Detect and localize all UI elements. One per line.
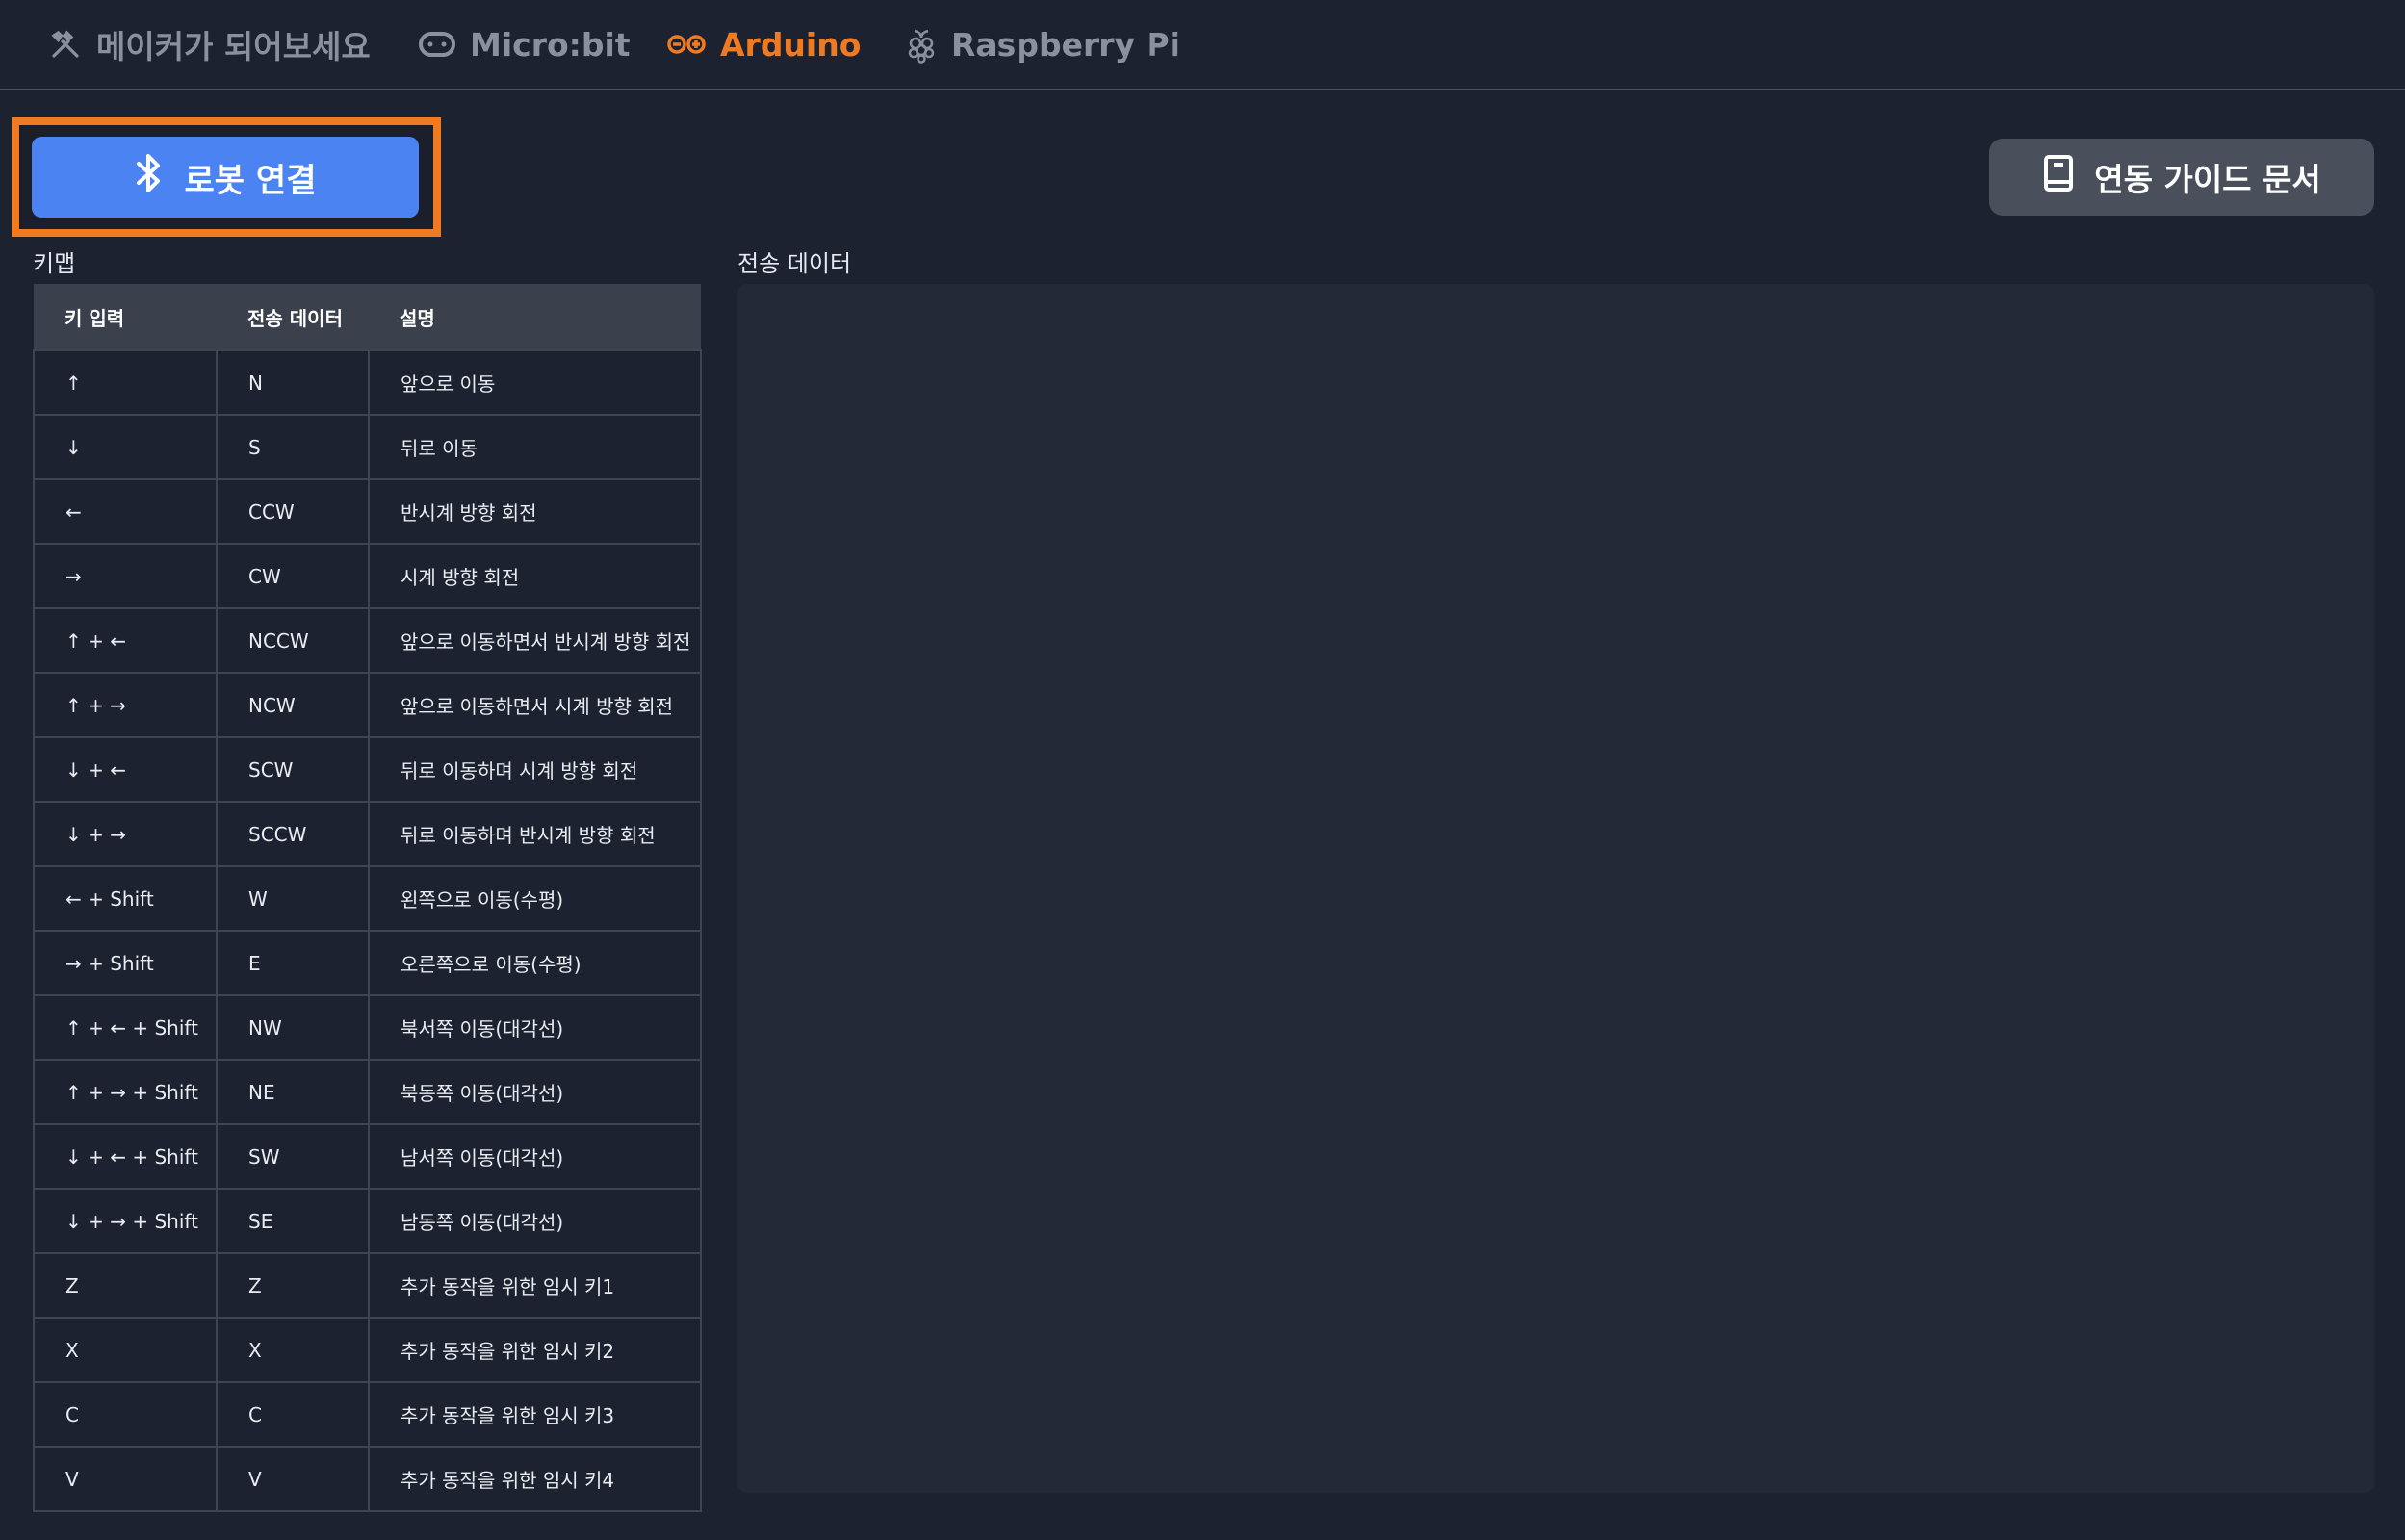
cell-description: 뒤로 이동 [368,414,702,480]
header-key-input: 키 입력 [34,284,217,350]
cell-key-input: ↓ + → [33,801,218,867]
cell-tx-data: NCCW [216,607,370,674]
cell-tx-data: SCCW [216,801,370,867]
raspberry-icon [905,25,938,64]
cell-tx-data: Z [216,1252,370,1319]
cell-key-input: → + Shift [33,930,218,996]
cell-description: 시계 방향 회전 [368,543,702,609]
table-row: ↑ + ← + Shift NW 북서쪽 이동(대각선) [33,994,702,1061]
cell-tx-data: SW [216,1123,370,1190]
cell-tx-data: NE [216,1059,370,1125]
cell-key-input: ↑ [33,349,218,416]
cell-description: 앞으로 이동하면서 반시계 방향 회전 [368,607,702,674]
cell-description: 뒤로 이동하며 반시계 방향 회전 [368,801,702,867]
nav-item-arduino[interactable]: Arduino [666,17,861,71]
table-row: ↑ + → + Shift NE 북동쪽 이동(대각선) [33,1059,702,1125]
cell-key-input: V [33,1446,218,1512]
table-row: ↑ N 앞으로 이동 [33,349,702,416]
cell-key-input: → [33,543,218,609]
cell-tx-data: SCW [216,736,370,803]
cell-key-input: ↑ + → + Shift [33,1059,218,1125]
cell-key-input: ← [33,478,218,545]
cell-key-input: ↓ + ← + Shift [33,1123,218,1190]
tx-data-title: 전송 데이터 [737,250,852,277]
nav-label-raspberry-pi: Raspberry Pi [951,25,1180,64]
cell-key-input: ↓ + → + Shift [33,1188,218,1254]
table-row: ↓ + → + Shift SE 남동쪽 이동(대각선) [33,1188,702,1254]
cell-description: 남서쪽 이동(대각선) [368,1123,702,1190]
guide-doc-button[interactable]: 연동 가이드 문서 [1989,139,2374,216]
cell-key-input: ↓ + ← [33,736,218,803]
keymap-header-row: 키 입력 전송 데이터 설명 [34,284,701,350]
cell-key-input: Z [33,1252,218,1319]
cell-tx-data: SE [216,1188,370,1254]
cell-tx-data: X [216,1317,370,1383]
nav-label-maker: 메이커가 되어보세요 [96,28,371,65]
infinity-icon [666,33,707,56]
cell-tx-data: S [216,414,370,480]
microbit-icon [418,31,456,58]
cell-description: 북동쪽 이동(대각선) [368,1059,702,1125]
table-row: ↑ + ← NCCW 앞으로 이동하면서 반시계 방향 회전 [33,607,702,674]
table-row: ↑ + → NCW 앞으로 이동하면서 시계 방향 회전 [33,672,702,738]
cell-key-input: ↑ + ← + Shift [33,994,218,1061]
cell-description: 반시계 방향 회전 [368,478,702,545]
header-description: 설명 [369,284,701,350]
table-row: ↓ + ← + Shift SW 남서쪽 이동(대각선) [33,1123,702,1190]
cell-tx-data: N [216,349,370,416]
cell-tx-data: NW [216,994,370,1061]
table-row: → CW 시계 방향 회전 [33,543,702,609]
cell-key-input: C [33,1381,218,1448]
connect-robot-label: 로봇 연결 [184,161,317,200]
cell-description: 추가 동작을 위한 임시 키4 [368,1446,702,1512]
guide-doc-label: 연동 가이드 문서 [2094,161,2321,198]
table-row: C C 추가 동작을 위한 임시 키3 [33,1381,702,1448]
keymap-title: 키맵 [33,250,76,277]
cell-key-input: X [33,1317,218,1383]
cell-key-input: ↓ [33,414,218,480]
nav-item-maker[interactable]: 메이커가 되어보세요 [48,17,371,71]
table-row: V V 추가 동작을 위한 임시 키4 [33,1446,702,1512]
table-row: ↓ + ← SCW 뒤로 이동하며 시계 방향 회전 [33,736,702,803]
connect-robot-button[interactable]: 로봇 연결 [32,137,419,218]
table-row: X X 추가 동작을 위한 임시 키2 [33,1317,702,1383]
cell-tx-data: W [216,865,370,932]
cell-tx-data: CW [216,543,370,609]
cell-description: 추가 동작을 위한 임시 키1 [368,1252,702,1319]
cell-description: 추가 동작을 위한 임시 키3 [368,1381,702,1448]
table-row: ← CCW 반시계 방향 회전 [33,478,702,545]
cell-key-input: ↑ + ← [33,607,218,674]
nav-item-microbit[interactable]: Micro:bit [418,17,631,71]
cell-key-input: ↑ + → [33,672,218,738]
cell-tx-data: CCW [216,478,370,545]
nav-item-raspberry-pi[interactable]: Raspberry Pi [905,17,1180,71]
book-icon [2042,153,2075,201]
cell-tx-data: C [216,1381,370,1448]
cell-description: 북서쪽 이동(대각선) [368,994,702,1061]
cell-description: 오른쪽으로 이동(수평) [368,930,702,996]
cell-description: 앞으로 이동하면서 시계 방향 회전 [368,672,702,738]
cell-description: 남동쪽 이동(대각선) [368,1188,702,1254]
top-nav: 메이커가 되어보세요 Micro:bit Arduino Raspberry P… [0,0,2405,90]
cell-description: 왼쪽으로 이동(수평) [368,865,702,932]
cell-description: 뒤로 이동하며 시계 방향 회전 [368,736,702,803]
cell-tx-data: V [216,1446,370,1512]
keymap-table: 키 입력 전송 데이터 설명 ↑ N 앞으로 이동 ↓ S 뒤로 이동 ← CCW 반시계 방향… [33,284,702,1512]
table-row: Z Z 추가 동작을 위한 임시 키1 [33,1252,702,1319]
table-row: → + Shift E 오른쪽으로 이동(수평) [33,930,702,996]
cell-key-input: ← + Shift [33,865,218,932]
table-row: ↓ S 뒤로 이동 [33,414,702,480]
table-row: ← + Shift W 왼쪽으로 이동(수평) [33,865,702,932]
header-tx-data: 전송 데이터 [217,284,369,350]
tools-icon [48,27,83,62]
nav-label-microbit: Micro:bit [470,25,631,64]
nav-label-arduino: Arduino [720,25,862,64]
bluetooth-icon [135,152,164,203]
cell-tx-data: NCW [216,672,370,738]
cell-description: 추가 동작을 위한 임시 키2 [368,1317,702,1383]
cell-description: 앞으로 이동 [368,349,702,416]
table-row: ↓ + → SCCW 뒤로 이동하며 반시계 방향 회전 [33,801,702,867]
tx-data-panel [737,284,2374,1493]
cell-tx-data: E [216,930,370,996]
